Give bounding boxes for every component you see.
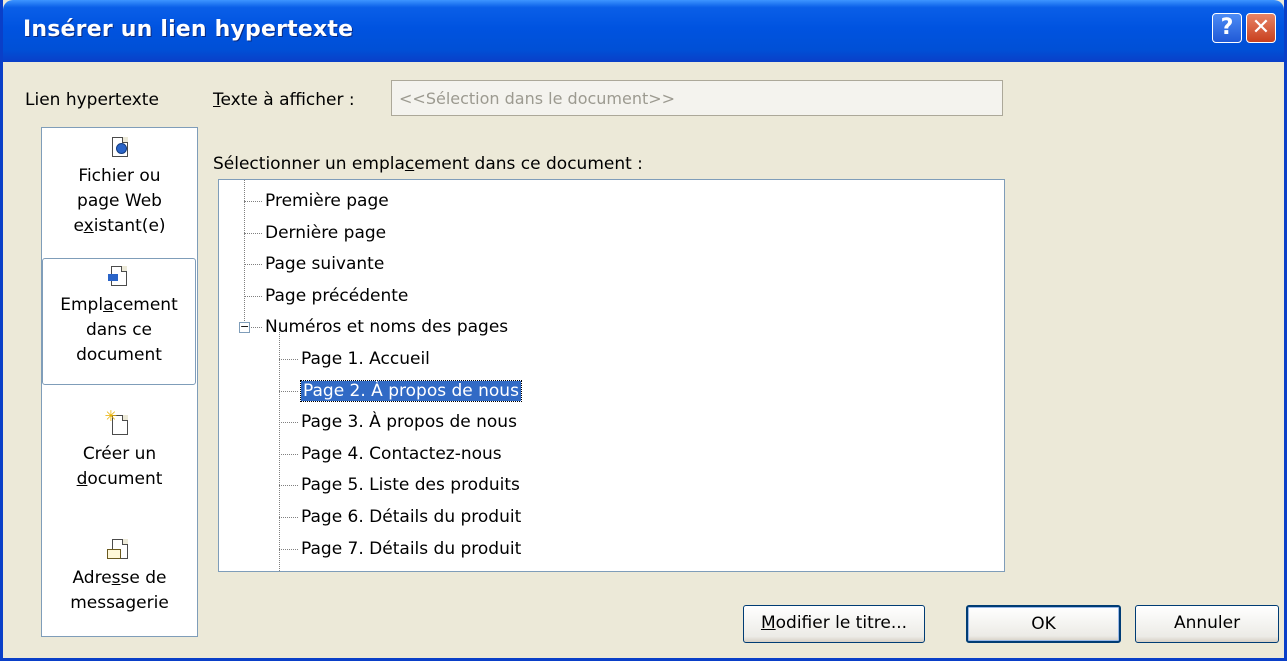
edit-title-button[interactable]: Modifier le titre... [743,605,925,643]
question-mark-icon: ? [1220,15,1234,40]
text-to-display-rest: exte à afficher : [220,90,355,110]
place-new-document-line2: document [76,469,163,489]
tree-item[interactable]: Page 6. Détails du produit [301,502,521,532]
place-email-address[interactable]: Adresse de messagerie [42,538,197,616]
place-email-address-line1: Adresse de [72,568,167,588]
tree-item-label: Page suivante [265,254,385,275]
tree-line [244,232,262,234]
text-to-display-input[interactable] [391,80,1003,116]
tree-item[interactable]: Page 1. Accueil [301,344,430,374]
ok-button[interactable]: OK [966,605,1121,643]
tree-item[interactable]: Dernière page [265,218,386,248]
tree-line [279,453,298,455]
select-place-label: Sélectionner un emplacement dans ce docu… [213,154,643,174]
place-in-document-line2: dans ce [85,320,153,340]
tree-line [279,517,298,518]
place-existing-file[interactable]: Fichier ou page Web existant(e) [42,136,197,239]
dialog-title: Insérer un lien hypertexte [23,17,354,42]
tree-item[interactable]: Page précédente [265,281,408,311]
tree-item[interactable]: Page 2. À propos de nous [300,376,522,406]
place-in-document-line3: document [76,345,162,365]
existing-file-icon [109,136,131,160]
tree-item[interactable]: Page 3. À propos de nous [301,407,517,437]
tree-line [279,422,298,424]
place-in-document-line1: Emplacement [60,295,178,315]
email-address-icon [106,538,131,562]
place-existing-file-line2: page Web [77,191,162,211]
new-document-icon: ✳ [105,409,131,438]
tree-line [244,180,245,327]
place-in-document[interactable]: Emplacement dans ce document [42,258,196,385]
tree-item[interactable]: Page 7. Détails du produit [301,534,521,564]
tree-line [279,327,280,571]
place-existing-file-line1: Fichier ou [78,166,161,186]
places-bar: Fichier ou page Web existant(e) Emplacem… [41,127,198,637]
tree-line [279,390,298,392]
place-new-document[interactable]: ✳ Créer un document [42,409,197,492]
tree-line [279,485,298,487]
tree-item-label: Page précédente [265,285,409,306]
location-tree[interactable]: Première page Dernière page Page suivante P… [218,179,1005,572]
link-to-label: Lien hypertexte [25,90,159,110]
tree-item[interactable]: Page 5. Liste des produits [301,470,520,500]
tree-item[interactable]: Première page [265,186,389,216]
place-in-document-icon [108,265,130,289]
tree-item-label: Page 7. Détails du produit [301,538,522,559]
hyperlink-dialog: Insérer un lien hypertexte ? ✕ Lien hype… [0,0,1287,661]
tree-item-label: Dernière page [265,222,387,243]
tree-line [244,295,262,297]
close-icon: ✕ [1251,15,1271,40]
text-to-display-mnemonic: T [213,90,221,110]
tree-item-label: Page 5. Liste des produits [301,475,520,496]
tree-item-label: Page 2. À propos de nous [300,379,522,402]
text-to-display-label: Texte à afficher : [213,90,355,110]
close-button[interactable]: ✕ [1246,13,1276,43]
title-bar[interactable]: Insérer un lien hypertexte ? ✕ [3,0,1284,62]
help-button[interactable]: ? [1212,13,1242,43]
tree-item-label: Numéros et noms des pages [265,317,509,338]
tree-item[interactable]: Page 4. Contactez-nous [301,439,502,469]
collapse-icon[interactable]: − [239,321,250,333]
tree-item[interactable]: Numéros et noms des pages [265,312,508,342]
tree-line [244,264,262,266]
tree-item-label: Page 1. Accueil [301,349,430,369]
tree-item-label: Page 3. À propos de nous [301,412,517,433]
tree-line [279,359,298,360]
place-new-document-line1: Créer un [82,444,157,464]
tree-item[interactable]: Page suivante [265,249,384,279]
tree-item-label: Page 6. Détails du produit [301,507,522,527]
place-email-address-line2: messagerie [70,593,169,613]
cancel-button[interactable]: Annuler [1135,605,1279,643]
tree-item-label: Page 4. Contactez-nous [301,443,502,464]
tree-line [244,201,262,202]
tree-line [279,548,298,550]
place-existing-file-line3: existant(e) [73,216,166,236]
tree-item-label: Première page [265,191,389,211]
